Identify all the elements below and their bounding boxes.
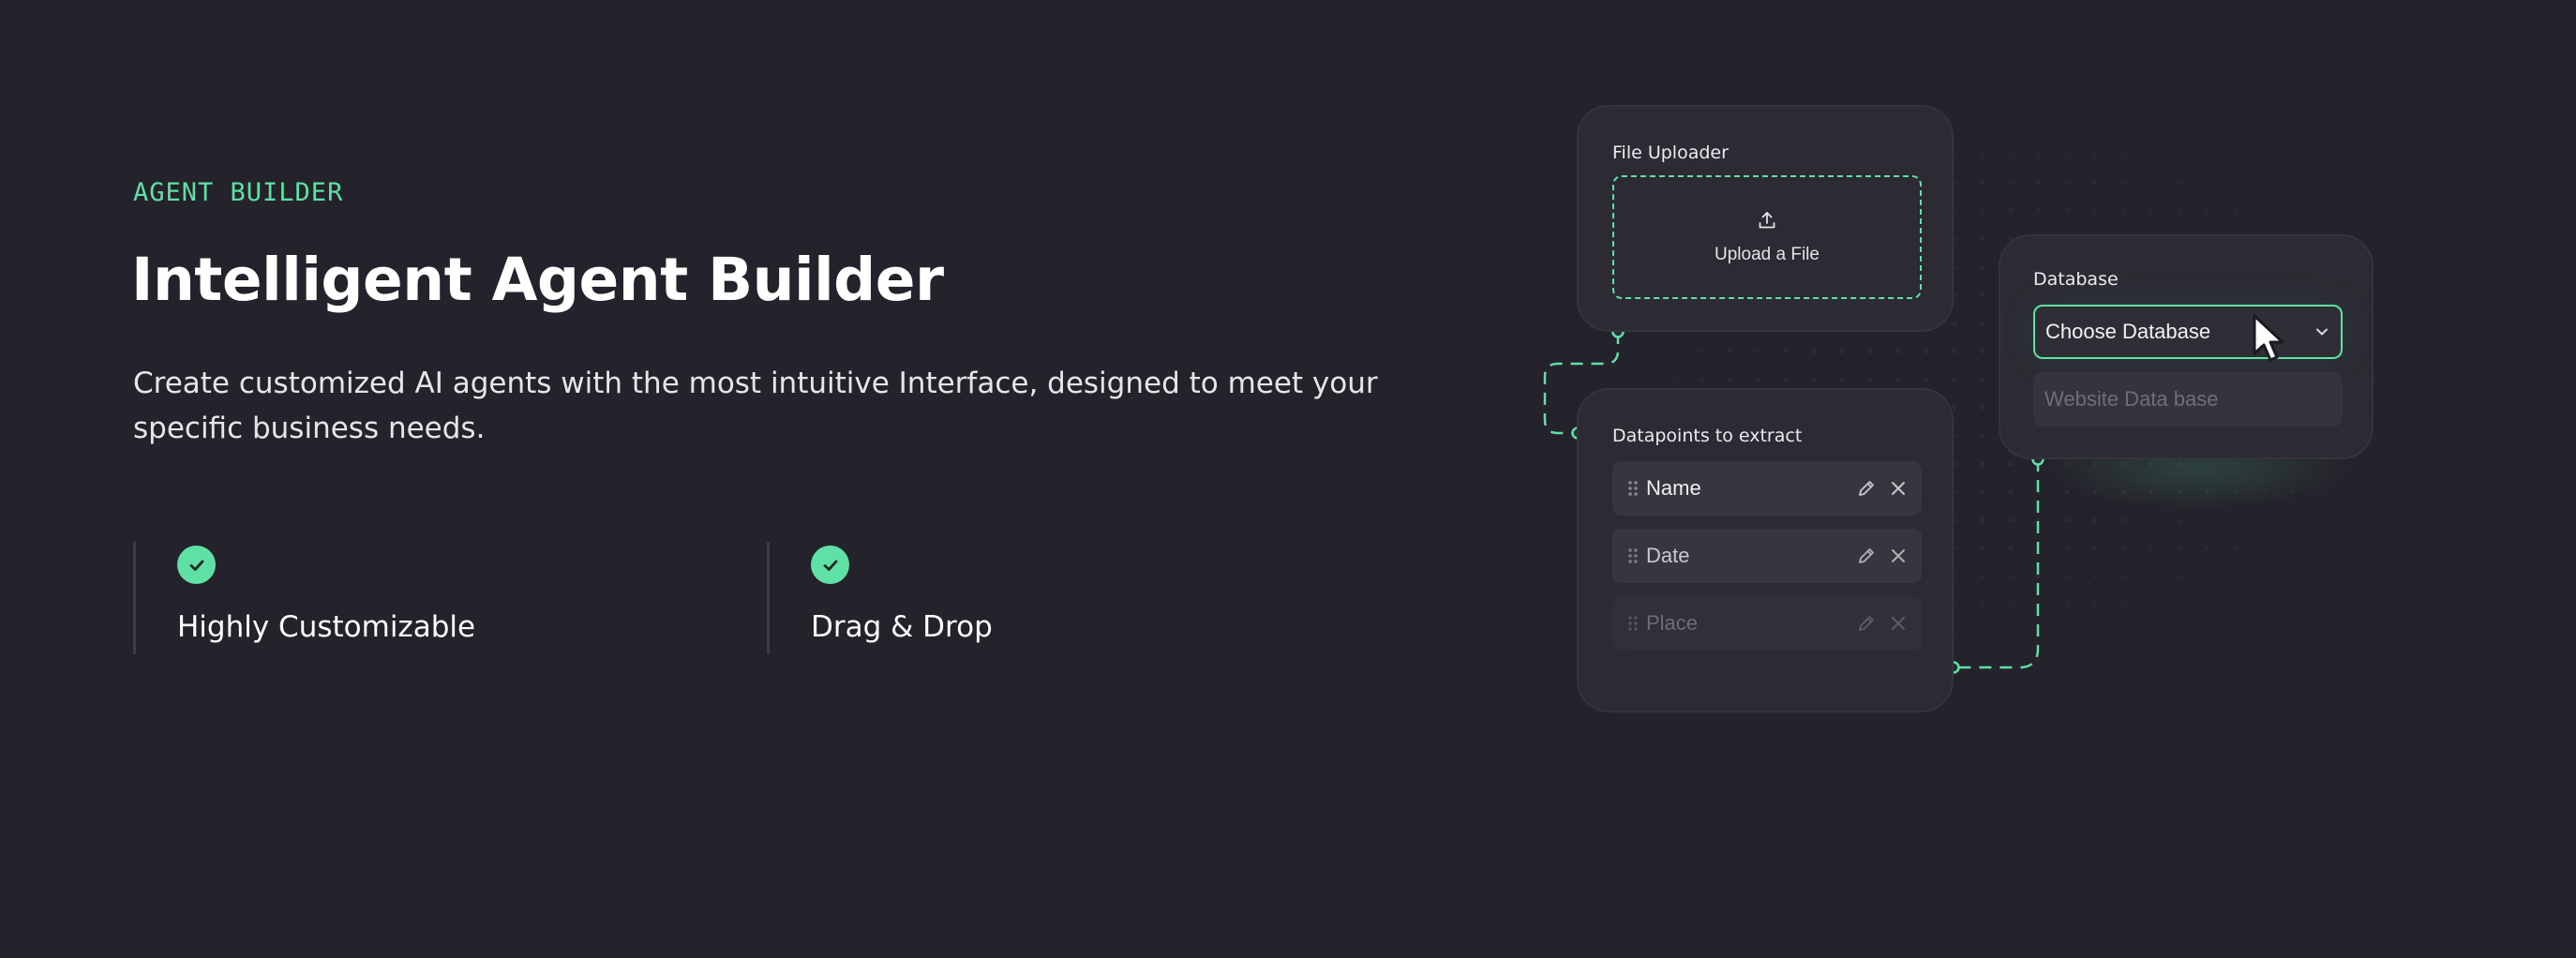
datapoint-row-place[interactable]: Place bbox=[1612, 596, 1922, 651]
pencil-icon[interactable] bbox=[1850, 472, 1882, 504]
datapoint-label: Name bbox=[1646, 476, 1701, 500]
drag-handle-icon[interactable] bbox=[1612, 546, 1646, 565]
flow-connectors bbox=[1543, 325, 2044, 674]
database-select[interactable]: Choose Database bbox=[2033, 305, 2343, 359]
datapoints-card: Datapoints to extract Name Date Place bbox=[1577, 388, 1954, 712]
close-icon[interactable] bbox=[1882, 472, 1914, 504]
datapoint-row-date[interactable]: Date bbox=[1612, 529, 1922, 583]
database-card: Database Choose Database Website Data ba… bbox=[1999, 234, 2374, 459]
close-icon[interactable] bbox=[1882, 607, 1914, 639]
datapoint-row-name[interactable]: Name bbox=[1612, 461, 1922, 516]
datapoint-label: Place bbox=[1646, 611, 1699, 635]
pencil-icon[interactable] bbox=[1850, 540, 1882, 572]
card-title: Datapoints to extract bbox=[1612, 426, 1803, 446]
close-icon[interactable] bbox=[1882, 540, 1914, 572]
database-option[interactable]: Website Data base bbox=[2033, 372, 2343, 427]
page: AGENT BUILDER Intelligent Agent Builder … bbox=[0, 0, 2576, 958]
pencil-icon[interactable] bbox=[1850, 607, 1882, 639]
drag-handle-icon[interactable] bbox=[1612, 614, 1646, 633]
upload-icon bbox=[1757, 210, 1777, 235]
card-title: Database bbox=[2033, 269, 2119, 290]
drag-handle-icon[interactable] bbox=[1612, 479, 1646, 498]
upload-label: Upload a File bbox=[1715, 244, 1820, 264]
card-title: File Uploader bbox=[1612, 142, 1729, 163]
mouse-cursor-icon bbox=[2252, 313, 2289, 370]
file-uploader-card: File Uploader Upload a File bbox=[1577, 105, 1954, 332]
datapoint-label: Date bbox=[1646, 544, 1690, 567]
upload-dropzone[interactable]: Upload a File bbox=[1612, 175, 1922, 299]
chevron-down-icon[interactable] bbox=[2303, 322, 2341, 341]
